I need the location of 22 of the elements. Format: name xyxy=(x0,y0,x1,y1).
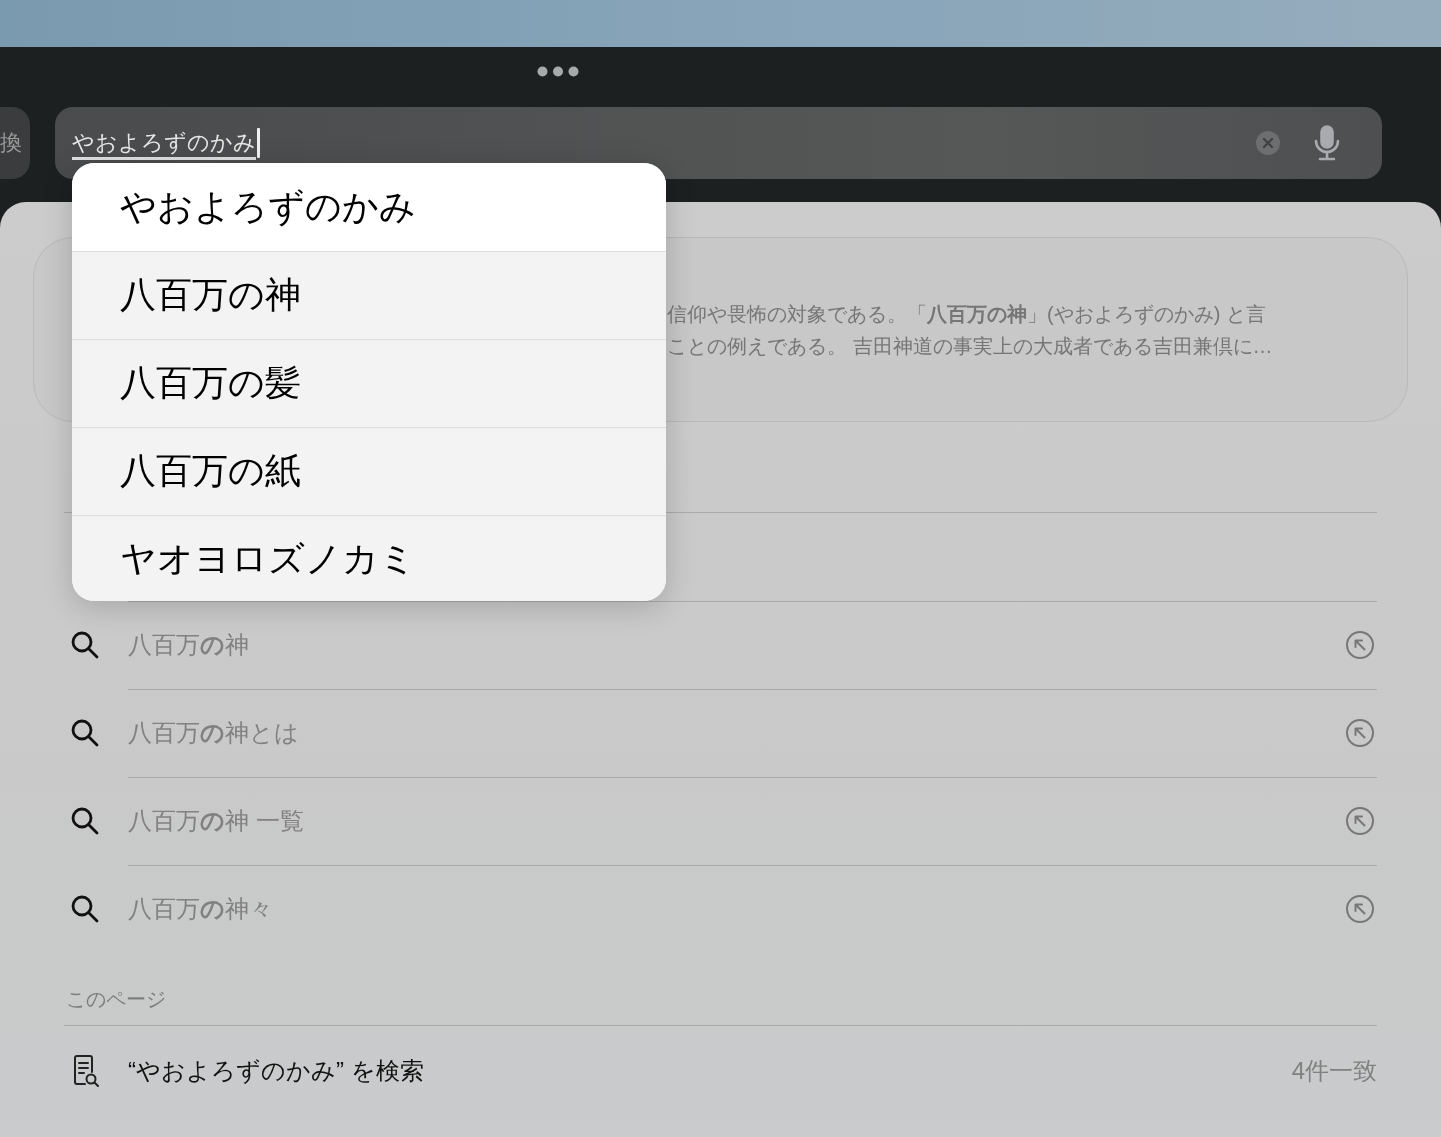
summary-text: 信仰や畏怖の対象である。「八百万の神」(やおよろずのかみ) と言 xyxy=(667,302,1267,327)
tab-button[interactable]: 換 xyxy=(0,107,30,179)
candidate-item[interactable]: ヤオヨロズノカミ xyxy=(72,515,666,601)
search-icon xyxy=(70,894,100,924)
search-field[interactable]: やおよろずのかみ xyxy=(55,107,1382,179)
find-on-page-text[interactable]: “やおよろずのかみ” を検索 xyxy=(128,1055,424,1087)
search-icon xyxy=(70,718,100,748)
candidate-item[interactable]: やおよろずのかみ xyxy=(72,163,666,251)
summary-text: ことの例えである。 吉田神道の事実上の大成者である吉田兼倶に… xyxy=(667,334,1274,359)
microphone-icon[interactable] xyxy=(1314,125,1340,161)
candidate-item[interactable]: 八百万の紙 xyxy=(72,427,666,515)
candidate-item[interactable]: 八百万の髪 xyxy=(72,339,666,427)
search-icon xyxy=(70,630,100,660)
search-icon xyxy=(70,806,100,836)
text-caret xyxy=(257,128,260,158)
find-in-page-icon xyxy=(72,1054,100,1088)
candidate-item[interactable]: 八百万の神 xyxy=(72,251,666,339)
more-icon[interactable] xyxy=(537,66,579,77)
match-count: 4件一致 xyxy=(1291,1056,1377,1086)
clear-icon[interactable] xyxy=(1256,131,1280,155)
section-heading: このページ xyxy=(66,987,166,1012)
search-text: やおよろずのかみ xyxy=(72,128,256,160)
